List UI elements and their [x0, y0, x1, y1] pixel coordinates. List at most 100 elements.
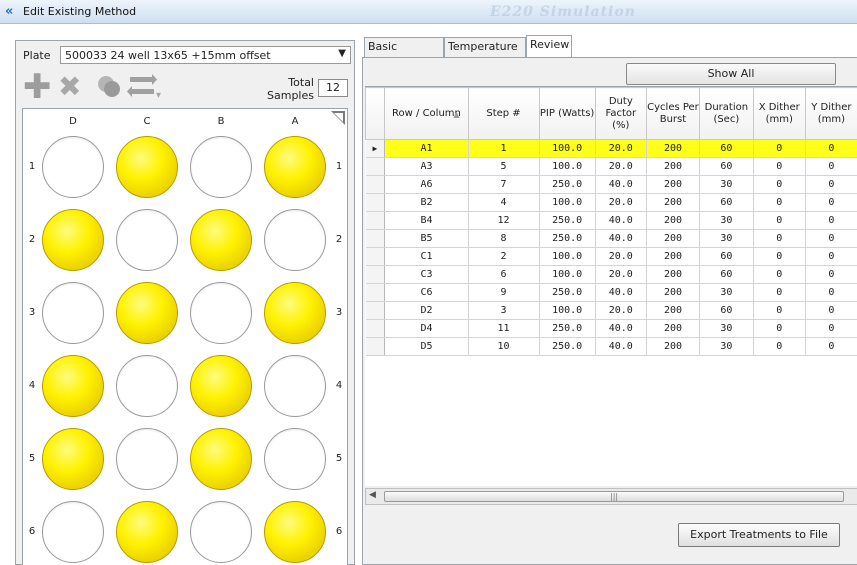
table-cell[interactable]: 200: [646, 301, 701, 320]
table-cell[interactable]: D4: [384, 319, 469, 338]
table-cell[interactable]: 200: [646, 139, 701, 158]
well-B6[interactable]: [190, 501, 252, 563]
table-cell[interactable]: 4: [468, 193, 540, 212]
table-cell[interactable]: 0: [753, 319, 806, 338]
table-cell[interactable]: 0: [805, 175, 857, 194]
row-header[interactable]: [365, 337, 386, 356]
row-header[interactable]: [365, 211, 386, 230]
table-cell[interactable]: 0: [753, 301, 806, 320]
table-cell[interactable]: 0: [753, 283, 806, 302]
row-header[interactable]: [365, 175, 386, 194]
table-row[interactable]: C6 9 250.0 40.0 200 30 0 0: [365, 283, 857, 302]
table-cell[interactable]: 100.0: [539, 193, 596, 212]
table-cell[interactable]: 0: [753, 193, 806, 212]
column-header[interactable]: Step #: [467, 87, 540, 140]
table-cell[interactable]: 40.0: [595, 319, 647, 338]
well-D3[interactable]: [42, 282, 104, 344]
tab-review[interactable]: Review: [526, 35, 572, 58]
table-cell[interactable]: 60: [699, 139, 754, 158]
row-header[interactable]: [365, 283, 386, 302]
table-cell[interactable]: 0: [805, 283, 857, 302]
plate-select[interactable]: 500033 24 well 13x65 +15mm offset ▼: [60, 46, 351, 64]
table-cell[interactable]: 60: [699, 247, 754, 266]
table-cell[interactable]: 200: [646, 175, 701, 194]
column-header[interactable]: Row / Column ▲: [384, 87, 469, 140]
table-row[interactable]: ▶ A1 1 100.0 20.0 200 60 0 0: [365, 139, 857, 158]
table-cell[interactable]: 100.0: [539, 139, 596, 158]
table-cell[interactable]: 0: [753, 337, 806, 356]
table-row[interactable]: B2 4 100.0 20.0 200 60 0 0: [365, 193, 857, 212]
well-A2[interactable]: [264, 209, 326, 271]
column-header[interactable]: Cycles Per Burst: [645, 87, 701, 140]
well-C6[interactable]: [116, 501, 178, 563]
table-cell[interactable]: 200: [646, 211, 701, 230]
table-cell[interactable]: 250.0: [539, 319, 596, 338]
table-cell[interactable]: 250.0: [539, 283, 596, 302]
table-cell[interactable]: A6: [384, 175, 469, 194]
table-row[interactable]: D4 11 250.0 40.0 200 30 0 0: [365, 319, 857, 338]
dropdown-arrow-icon[interactable]: ▾: [156, 81, 161, 111]
table-cell[interactable]: 30: [699, 283, 754, 302]
table-cell[interactable]: 0: [805, 301, 857, 320]
table-cell[interactable]: 200: [646, 229, 701, 248]
row-header[interactable]: [365, 247, 386, 266]
table-cell[interactable]: 0: [805, 319, 857, 338]
well-A1[interactable]: [264, 136, 326, 198]
show-all-button[interactable]: Show All: [626, 63, 836, 85]
table-cell[interactable]: 30: [699, 319, 754, 338]
table-cell[interactable]: 20.0: [595, 301, 647, 320]
table-cell[interactable]: 60: [699, 157, 754, 176]
table-cell[interactable]: 30: [699, 337, 754, 356]
table-cell[interactable]: 20.0: [595, 157, 647, 176]
well-B4[interactable]: [190, 355, 252, 417]
table-cell[interactable]: 200: [646, 319, 701, 338]
swap-icon[interactable]: [127, 72, 157, 102]
scrollbar-thumb[interactable]: |||: [384, 491, 844, 502]
delete-icon[interactable]: ✖: [58, 72, 88, 102]
table-cell[interactable]: 40.0: [595, 229, 647, 248]
table-cell[interactable]: 250.0: [539, 337, 596, 356]
table-cell[interactable]: 40.0: [595, 337, 647, 356]
well-C4[interactable]: [116, 355, 178, 417]
add-icon[interactable]: ✚: [23, 70, 52, 104]
table-cell[interactable]: C1: [384, 247, 469, 266]
table-cell[interactable]: 30: [699, 175, 754, 194]
well-B5[interactable]: [190, 428, 252, 490]
row-header[interactable]: [365, 319, 386, 338]
table-cell[interactable]: 20.0: [595, 193, 647, 212]
well-C5[interactable]: [116, 428, 178, 490]
tab-basic-settings[interactable]: Basic Settings: [364, 37, 444, 71]
well-B2[interactable]: [190, 209, 252, 271]
table-cell[interactable]: 0: [753, 265, 806, 284]
table-cell[interactable]: 0: [753, 247, 806, 266]
well-A5[interactable]: [264, 428, 326, 490]
table-cell[interactable]: B4: [384, 211, 469, 230]
table-cell[interactable]: 6: [468, 265, 540, 284]
table-cell[interactable]: 250.0: [539, 211, 596, 230]
table-cell[interactable]: 0: [805, 211, 857, 230]
table-cell[interactable]: 8: [468, 229, 540, 248]
table-cell[interactable]: B2: [384, 193, 469, 212]
well-A6[interactable]: [264, 501, 326, 563]
table-cell[interactable]: 60: [699, 265, 754, 284]
column-header[interactable]: Duration (Sec): [699, 87, 754, 140]
table-cell[interactable]: D5: [384, 337, 469, 356]
table-cell[interactable]: 20.0: [595, 139, 647, 158]
table-cell[interactable]: 0: [805, 157, 857, 176]
table-row[interactable]: B4 12 250.0 40.0 200 30 0 0: [365, 211, 857, 230]
well-D1[interactable]: [42, 136, 104, 198]
table-cell[interactable]: 100.0: [539, 265, 596, 284]
table-row[interactable]: D5 10 250.0 40.0 200 30 0 0: [365, 337, 857, 356]
table-cell[interactable]: 200: [646, 247, 701, 266]
table-cell[interactable]: 60: [699, 301, 754, 320]
table-cell[interactable]: 20.0: [595, 265, 647, 284]
table-cell[interactable]: 12: [468, 211, 540, 230]
export-treatments-button[interactable]: Export Treatments to File: [678, 523, 840, 547]
table-cell[interactable]: 250.0: [539, 175, 596, 194]
well-C3[interactable]: [116, 282, 178, 344]
column-header[interactable]: Duty Factor (%): [594, 87, 647, 140]
row-header[interactable]: [365, 157, 386, 176]
table-cell[interactable]: 20.0: [595, 247, 647, 266]
table-cell[interactable]: 30: [699, 211, 754, 230]
column-header[interactable]: Y Dither (mm): [804, 87, 857, 140]
